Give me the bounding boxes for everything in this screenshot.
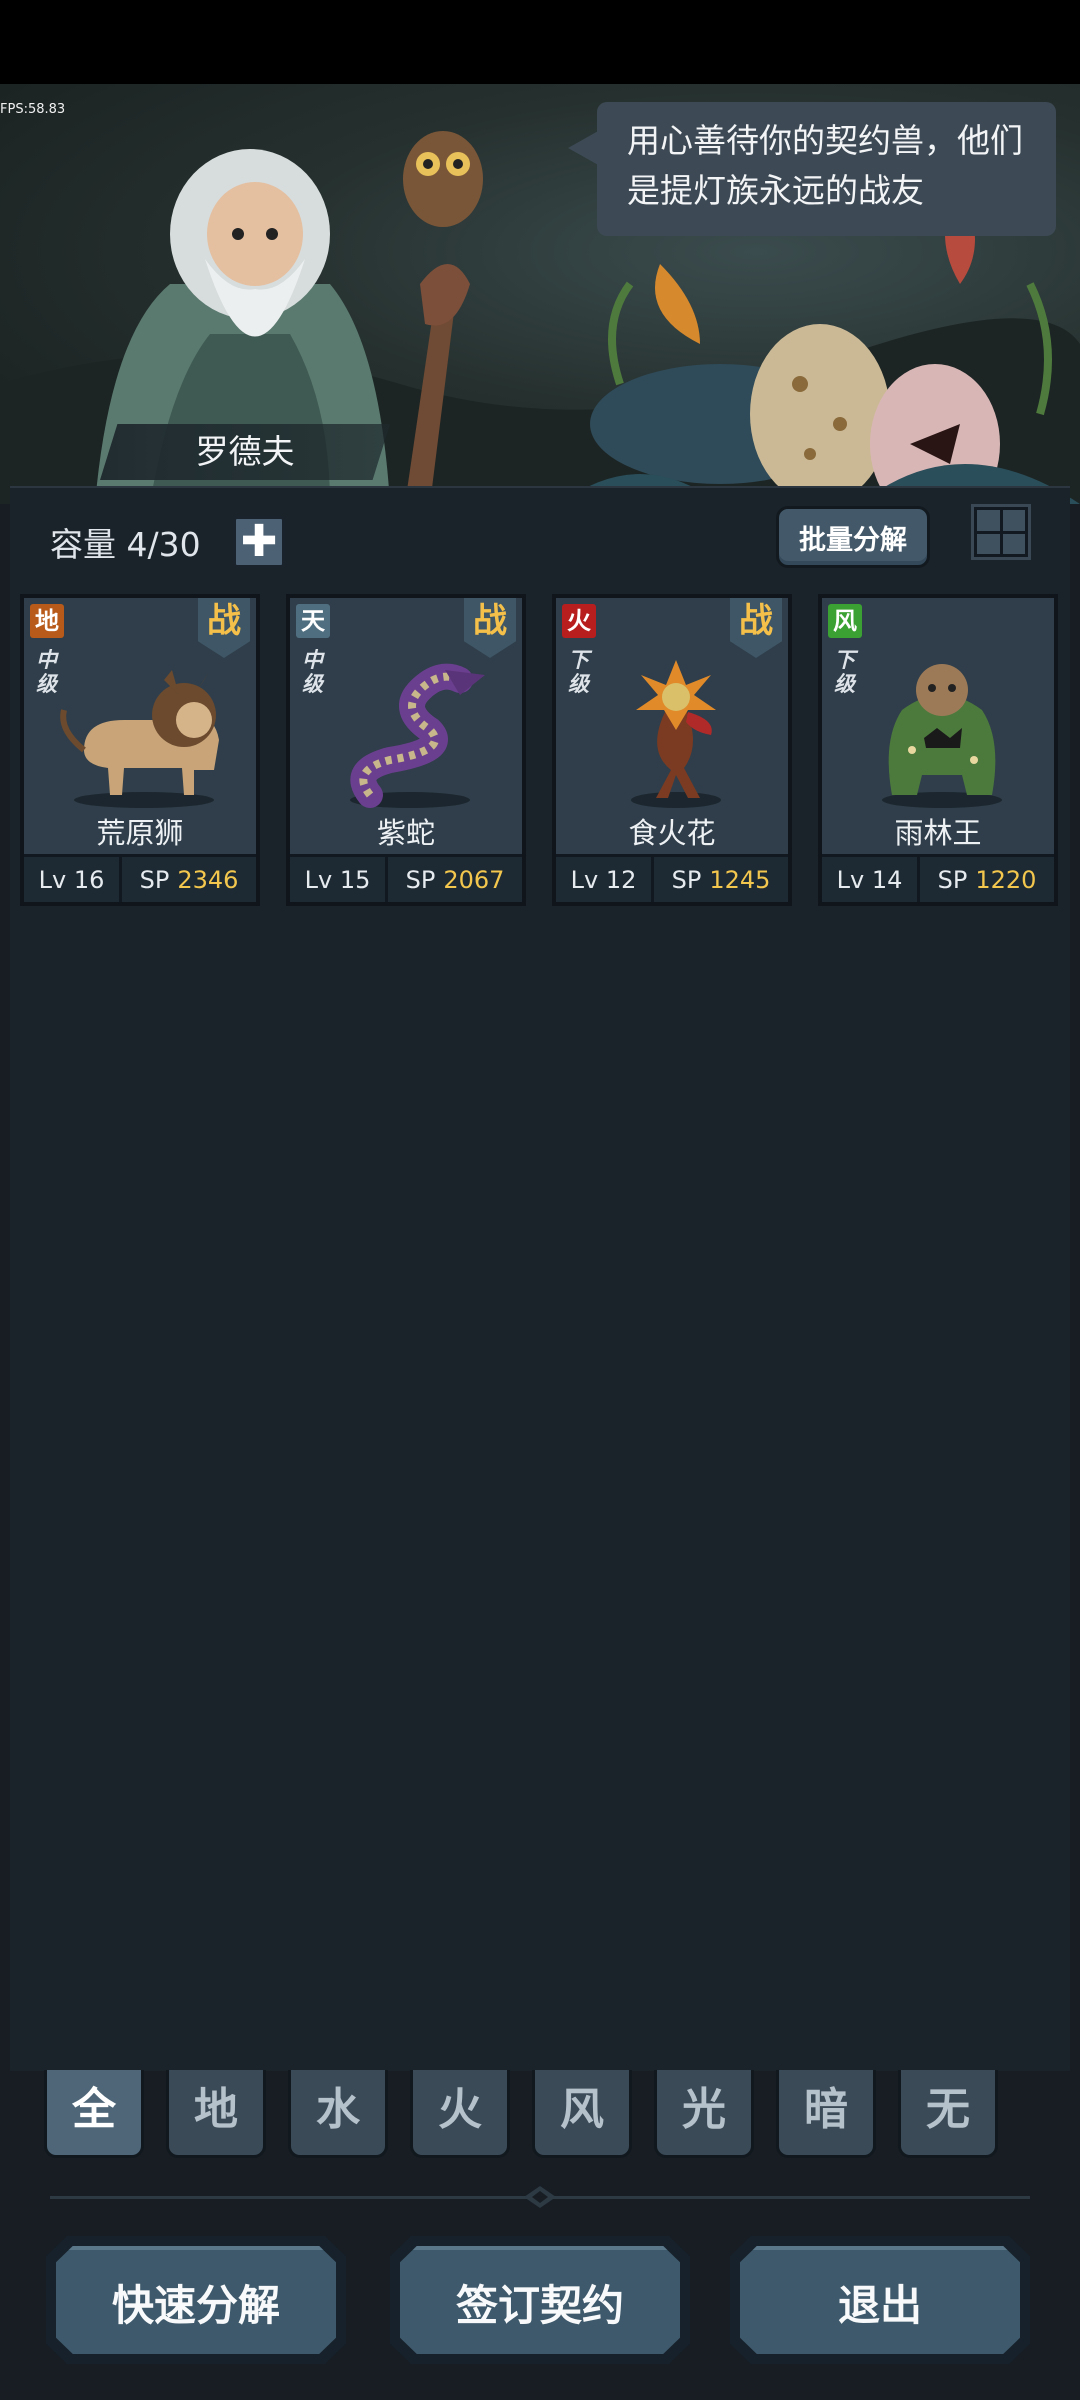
filter-tab-water[interactable]: 水: [288, 2070, 388, 2158]
speech-bubble-tail: [568, 130, 600, 166]
pet-name: 荒原狮: [96, 816, 184, 850]
pet-stats: Lv 15 SP 2067: [290, 854, 522, 902]
battle-badge: 战: [730, 598, 782, 658]
pet-level: Lv 15: [290, 857, 388, 902]
fps-counter: FPS:58.83: [0, 102, 66, 117]
element-badge: 风: [828, 604, 862, 638]
sp-value: 1245: [709, 865, 771, 894]
grid-cell-icon: [977, 533, 1000, 554]
pet-card[interactable]: 火 下级 战 食火花 Lv 12 SP 1245: [552, 594, 792, 906]
sp-value: 1220: [975, 865, 1037, 894]
sp-value: 2346: [177, 865, 239, 894]
pet-stats: Lv 14 SP 1220: [822, 854, 1054, 902]
pet-card[interactable]: 地 中级 战 荒原狮 Lv 16 SP 2346: [20, 594, 260, 906]
battle-badge: 战: [198, 598, 250, 658]
pet-inventory-panel: 容量 4/30 ✚ 批量分解 地 中级 战 荒原狮 Lv 16 SP 2346 天: [10, 486, 1070, 2071]
grid-cell-icon: [977, 510, 1000, 531]
battle-badge: 战: [464, 598, 516, 658]
diamond-ornament-icon: [524, 2186, 556, 2208]
sign-contract-button[interactable]: 签订契约: [390, 2236, 690, 2364]
element-badge: 火: [562, 604, 596, 638]
element-badge: 地: [30, 604, 64, 638]
sign-contract-label: 签订契约: [400, 2246, 680, 2354]
pet-stats: Lv 12 SP 1245: [556, 854, 788, 902]
pet-name: 雨林王: [894, 816, 982, 850]
fire-eating-flower-sprite: [631, 660, 721, 808]
filter-tab-wind[interactable]: 风: [532, 2070, 632, 2158]
grid-cell-icon: [1002, 510, 1025, 531]
quick-decompose-label: 快速分解: [56, 2246, 336, 2354]
pet-level: Lv 14: [822, 857, 920, 902]
pet-sp: SP 1245: [654, 857, 788, 902]
filter-tab-none[interactable]: 无: [898, 2070, 998, 2158]
filter-tab-dark[interactable]: 暗: [776, 2070, 876, 2158]
sp-value: 2067: [443, 865, 505, 894]
pet-level: Lv 12: [556, 857, 654, 902]
pet-name: 紫蛇: [376, 816, 435, 850]
npc-name-plate: 罗德夫: [100, 424, 390, 480]
filter-tab-earth[interactable]: 地: [166, 2070, 266, 2158]
speech-text-line-1: 用心善待你的契约兽，他们: [627, 121, 1023, 160]
pet-sp: SP 2346: [122, 857, 256, 902]
pet-sp: SP 1220: [920, 857, 1054, 902]
pet-card[interactable]: 风 下级 雨林王 Lv 14 SP 1220: [818, 594, 1058, 906]
filter-tab-fire[interactable]: 火: [410, 2070, 510, 2158]
element-badge: 天: [296, 604, 330, 638]
status-bar: [0, 0, 1080, 84]
npc-speech-bubble: 用心善待你的契约兽，他们 是提灯族永远的战友: [597, 102, 1056, 236]
rainforest-king-sprite: [882, 664, 1002, 808]
pet-level: Lv 16: [24, 857, 122, 902]
pet-stats: Lv 16 SP 2346: [24, 854, 256, 902]
batch-decompose-button[interactable]: 批量分解: [776, 506, 930, 568]
plus-icon: ✚: [240, 516, 278, 567]
purple-snake-sprite: [350, 663, 485, 808]
pet-name: 食火花: [628, 816, 716, 850]
pet-sp: SP 2067: [388, 857, 522, 902]
exit-label: 退出: [740, 2246, 1020, 2354]
filter-tab-all[interactable]: 全: [44, 2070, 144, 2158]
speech-text-line-2: 是提灯族永远的战友: [627, 171, 924, 210]
quick-decompose-button[interactable]: 快速分解: [46, 2236, 346, 2364]
exit-button[interactable]: 退出: [730, 2236, 1030, 2364]
wasteland-lion-sprite: [60, 670, 219, 808]
pet-card[interactable]: 天 中级 战 紫蛇 Lv 15 SP 2067: [286, 594, 526, 906]
grid-view-toggle[interactable]: [971, 504, 1031, 560]
element-filter-bar: 全 地 水 火 风 光 暗 无: [0, 2070, 1080, 2160]
filter-tab-light[interactable]: 光: [654, 2070, 754, 2158]
capacity-label: 容量 4/30: [50, 525, 201, 564]
expand-capacity-button[interactable]: ✚: [233, 516, 285, 568]
grid-cell-icon: [1002, 533, 1025, 554]
